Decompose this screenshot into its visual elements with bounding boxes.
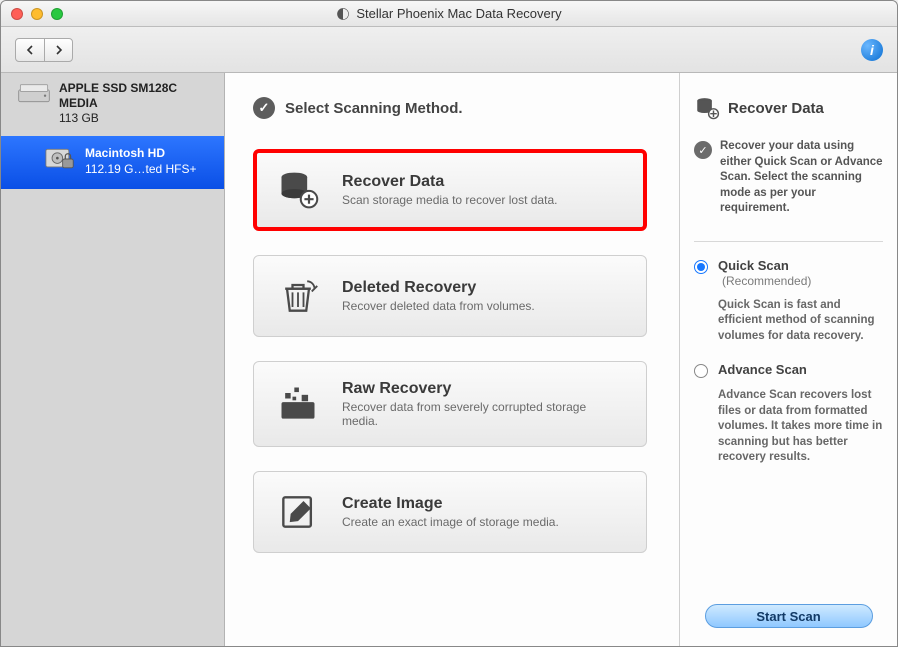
start-scan-button[interactable]: Start Scan bbox=[705, 604, 873, 628]
card-desc: Scan storage media to recover lost data. bbox=[342, 193, 557, 207]
trash-restore-icon bbox=[276, 274, 320, 318]
app-window: Stellar Phoenix Mac Data Recovery i APPL… bbox=[0, 0, 898, 647]
info-icon: i bbox=[870, 42, 874, 58]
radio-quick-desc: Quick Scan is fast and efficient method … bbox=[718, 298, 883, 345]
content-body: APPLE SSD SM128C MEDIA 113 GB Macintosh … bbox=[1, 73, 897, 646]
right-panel-title: Recover Data bbox=[728, 100, 824, 117]
volume-texts: Macintosh HD 112.19 G…ted HFS+ bbox=[85, 146, 197, 177]
window-title-text: Stellar Phoenix Mac Data Recovery bbox=[356, 6, 561, 21]
card-desc: Recover deleted data from volumes. bbox=[342, 299, 535, 313]
external-drive-icon bbox=[17, 81, 51, 107]
volume-detail: 112.19 G…ted HFS+ bbox=[85, 162, 197, 178]
volume-name: Macintosh HD bbox=[85, 146, 197, 162]
card-title: Create Image bbox=[342, 495, 559, 513]
section-heading: ✓ Select Scanning Method. bbox=[253, 97, 661, 119]
start-scan-label: Start Scan bbox=[756, 609, 820, 624]
sidebar-volume-row[interactable]: Macintosh HD 112.19 G…ted HFS+ bbox=[1, 136, 224, 189]
close-window-button[interactable] bbox=[11, 8, 23, 20]
radio-label-text: Advance Scan bbox=[718, 362, 807, 377]
right-panel-footer: Start Scan bbox=[694, 604, 883, 632]
drive-name: APPLE SSD SM128C MEDIA bbox=[59, 81, 214, 111]
card-texts: Recover Data Scan storage media to recov… bbox=[342, 173, 557, 207]
radio-label: Quick Scan (Recommended) bbox=[718, 258, 883, 288]
forward-button[interactable] bbox=[44, 39, 72, 61]
radio-label: Advance Scan bbox=[718, 362, 807, 377]
radio-advance-scan[interactable]: Advance Scan bbox=[694, 362, 883, 378]
right-panel-note: ✓ Recover your data using either Quick S… bbox=[694, 139, 883, 217]
window-controls bbox=[11, 8, 63, 20]
radio-input[interactable] bbox=[694, 364, 708, 378]
radio-hint: (Recommended) bbox=[722, 274, 811, 288]
main-panel: ✓ Select Scanning Method. Recover Data S… bbox=[225, 73, 679, 646]
database-plus-icon bbox=[276, 168, 320, 212]
card-texts: Deleted Recovery Recover deleted data fr… bbox=[342, 279, 535, 313]
right-panel-note-text: Recover your data using either Quick Sca… bbox=[720, 139, 883, 217]
radio-input[interactable] bbox=[694, 260, 708, 274]
back-button[interactable] bbox=[16, 39, 44, 61]
chevron-right-icon bbox=[54, 45, 64, 55]
zoom-window-button[interactable] bbox=[51, 8, 63, 20]
sidebar: APPLE SSD SM128C MEDIA 113 GB Macintosh … bbox=[1, 73, 225, 646]
card-raw-recovery[interactable]: Raw Recovery Recover data from severely … bbox=[253, 361, 647, 447]
card-texts: Create Image Create an exact image of st… bbox=[342, 495, 559, 529]
card-desc: Recover data from severely corrupted sto… bbox=[342, 400, 624, 428]
card-desc: Create an exact image of storage media. bbox=[342, 515, 559, 529]
radio-advance-desc: Advance Scan recovers lost files or data… bbox=[718, 388, 883, 466]
drive-texts: APPLE SSD SM128C MEDIA 113 GB bbox=[59, 81, 214, 126]
card-recover-data[interactable]: Recover Data Scan storage media to recov… bbox=[253, 149, 647, 231]
sidebar-drive-row[interactable]: APPLE SSD SM128C MEDIA 113 GB bbox=[1, 73, 224, 136]
radio-texts: Advance Scan bbox=[718, 362, 807, 377]
card-title: Deleted Recovery bbox=[342, 279, 535, 297]
card-texts: Raw Recovery Recover data from severely … bbox=[342, 380, 624, 428]
info-button[interactable]: i bbox=[861, 39, 883, 61]
chevron-left-icon bbox=[25, 45, 35, 55]
right-panel-heading: Recover Data bbox=[694, 95, 883, 121]
fragments-icon bbox=[276, 382, 320, 426]
edit-document-icon bbox=[276, 490, 320, 534]
card-deleted-recovery[interactable]: Deleted Recovery Recover deleted data fr… bbox=[253, 255, 647, 337]
toolbar: i bbox=[1, 27, 897, 73]
check-icon: ✓ bbox=[253, 97, 275, 119]
card-create-image[interactable]: Create Image Create an exact image of st… bbox=[253, 471, 647, 553]
titlebar: Stellar Phoenix Mac Data Recovery bbox=[1, 1, 897, 27]
app-logo-icon bbox=[336, 7, 350, 21]
window-title: Stellar Phoenix Mac Data Recovery bbox=[1, 6, 897, 21]
check-icon: ✓ bbox=[694, 141, 712, 159]
radio-texts: Quick Scan (Recommended) bbox=[718, 258, 883, 288]
database-plus-icon bbox=[694, 95, 720, 121]
radio-label-text: Quick Scan bbox=[718, 258, 789, 273]
hdd-lock-icon bbox=[45, 146, 75, 172]
card-title: Raw Recovery bbox=[342, 380, 624, 398]
minimize-window-button[interactable] bbox=[31, 8, 43, 20]
drive-size: 113 GB bbox=[59, 111, 214, 126]
divider bbox=[694, 241, 883, 242]
radio-quick-scan[interactable]: Quick Scan (Recommended) bbox=[694, 258, 883, 288]
right-panel: Recover Data ✓ Recover your data using e… bbox=[679, 73, 897, 646]
section-title-text: Select Scanning Method. bbox=[285, 100, 463, 117]
card-title: Recover Data bbox=[342, 173, 557, 191]
nav-button-group bbox=[15, 38, 73, 62]
